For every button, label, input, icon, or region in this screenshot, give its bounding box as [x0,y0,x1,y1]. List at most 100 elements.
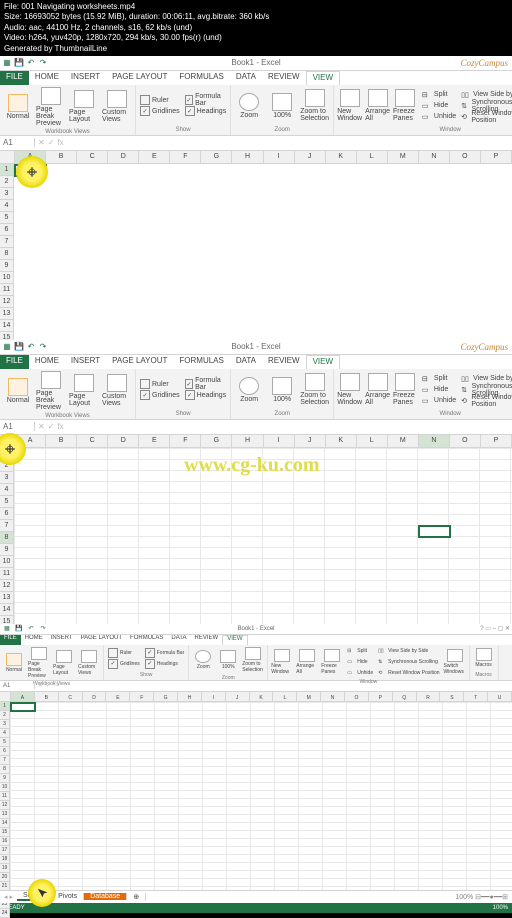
row-header[interactable]: 3 [0,720,10,729]
col-header[interactable]: F [170,151,201,163]
col-header[interactable]: P [481,435,512,447]
zoom-selection-button[interactable]: Zoom to Selection [299,86,331,126]
split-button[interactable]: ⊟Split [422,374,456,384]
custom-views-button[interactable]: Custom Views [77,646,101,680]
row-header[interactable]: 19 [0,864,10,873]
col-header[interactable]: B [46,435,77,447]
formula-bar-checkbox[interactable]: ✓Formula Bar [185,95,227,105]
tab-view[interactable]: VIEW [306,355,340,369]
normal-view-button[interactable]: Normal [2,370,34,412]
row-header[interactable]: 15 [0,828,10,837]
col-header[interactable]: C [59,692,83,701]
col-header[interactable]: P [481,151,512,163]
tab-data[interactable]: DATA [167,635,190,645]
col-header[interactable]: B [46,151,77,163]
col-header[interactable]: L [357,435,388,447]
row-header[interactable]: 12 [0,296,14,308]
select-all-button[interactable] [0,151,15,163]
row-header[interactable]: 6 [0,224,14,236]
hide-button[interactable]: ▭Hide [347,657,373,667]
window-controls[interactable]: ? ▭ – ▢ ✕ [480,625,510,632]
col-header[interactable]: I [264,151,295,163]
row-header[interactable]: 7 [0,520,14,532]
headings-checkbox[interactable]: ✓Headings [185,106,227,116]
row-header[interactable]: 5 [0,738,10,747]
switch-windows-button[interactable]: Switch Windows [443,646,467,678]
custom-views-button[interactable]: Custom Views [101,370,133,412]
col-header[interactable]: K [326,151,357,163]
spreadsheet-grid[interactable]: 1 2 3 4 5 6 7 8 9 10 11 12 13 14 15 16 1… [0,702,512,890]
gridlines-checkbox[interactable]: ✓Gridlines [108,659,140,669]
custom-views-button[interactable]: Custom Views [101,86,133,128]
col-header[interactable]: H [232,151,263,163]
fx-icon[interactable]: fx [57,138,63,147]
col-header[interactable]: C [77,435,108,447]
zoom-slider[interactable]: 100% ⊟━━●━━⊞ [455,893,508,901]
row-header[interactable]: 14 [0,819,10,828]
col-header[interactable]: S [440,692,464,701]
row-header[interactable]: 6 [0,508,14,520]
row-header[interactable]: 4 [0,484,14,496]
row-header[interactable]: 14 [0,604,14,616]
row-header[interactable]: 10 [0,556,14,568]
row-header[interactable]: 4 [0,729,10,738]
add-sheet-button[interactable]: ⊕ [127,893,146,901]
col-header[interactable]: N [419,435,450,447]
col-header[interactable]: E [139,151,170,163]
page-break-preview-button[interactable]: Page Break Preview [35,86,67,128]
col-header[interactable]: G [201,151,232,163]
new-window-button[interactable]: New Window [336,86,363,126]
row-header[interactable]: 12 [0,801,10,810]
row-header[interactable]: 24 [0,909,10,918]
row-header[interactable]: 1 [0,702,10,711]
col-header[interactable]: K [326,435,357,447]
tab-view[interactable]: VIEW [222,635,247,645]
formula-bar-checkbox[interactable]: ✓Formula Bar [145,648,185,658]
reset-window-position-button[interactable]: ⟲Reset Window Position [378,668,439,678]
reset-window-position-button[interactable]: ⟲Reset Window Position [461,396,512,406]
col-header[interactable]: K [250,692,274,701]
row-header[interactable]: 13 [0,592,14,604]
row-header[interactable]: 3 [0,472,14,484]
spreadsheet-grid[interactable]: 1 2 3 4 5 6 7 8 9 10 11 12 13 14 15 16 [0,164,512,340]
tab-page-layout[interactable]: PAGE LAYOUT [77,635,126,645]
tab-formulas[interactable]: FORMULAS [126,635,167,645]
tab-file[interactable]: FILE [0,355,29,369]
row-header[interactable]: 2 [0,711,10,720]
col-header[interactable]: E [106,692,130,701]
row-header[interactable]: 12 [0,580,14,592]
row-header[interactable]: 8 [0,765,10,774]
page-layout-button[interactable]: Page Layout [68,370,100,412]
save-icon[interactable]: 💾 [14,58,24,68]
row-header[interactable]: 1 [0,164,14,176]
col-header[interactable]: I [264,435,295,447]
freeze-panes-button[interactable]: Freeze Panes [392,370,419,410]
col-header[interactable]: T [464,692,488,701]
col-header[interactable]: D [83,692,107,701]
col-header[interactable]: H [178,692,202,701]
macros-button[interactable]: Macros [472,646,496,671]
fx-icon[interactable]: fx [57,422,63,431]
name-box[interactable]: A1 [0,422,35,431]
sheet-tab-database[interactable]: Database [84,893,127,900]
zoom-selection-button[interactable]: Zoom to Selection [241,646,265,674]
col-header[interactable]: F [170,435,201,447]
col-header[interactable]: D [108,151,139,163]
name-box[interactable]: A1 [0,138,35,147]
freeze-panes-button[interactable]: Freeze Panes [392,86,419,126]
gridlines-checkbox[interactable]: ✓Gridlines [140,106,180,116]
name-box[interactable]: A1 [0,683,35,689]
view-side-by-side-button[interactable]: ▯▯View Side by Side [378,646,439,656]
tab-insert[interactable]: INSERT [47,635,77,645]
page-break-preview-button[interactable]: Page Break Preview [27,646,51,680]
row-header[interactable]: 16 [0,837,10,846]
page-break-preview-button[interactable]: Page Break Preview [35,370,67,412]
redo-icon[interactable]: ↷ [38,624,48,634]
gridlines-checkbox[interactable]: ✓Gridlines [140,390,180,400]
row-header[interactable]: 8 [0,248,14,260]
save-icon[interactable]: 💾 [14,624,24,634]
new-window-button[interactable]: New Window [270,646,294,678]
undo-icon[interactable]: ↶ [26,58,36,68]
zoom-100-button[interactable]: 100% [266,86,298,126]
sheet-tab-pivots[interactable]: Pivots [52,893,84,900]
